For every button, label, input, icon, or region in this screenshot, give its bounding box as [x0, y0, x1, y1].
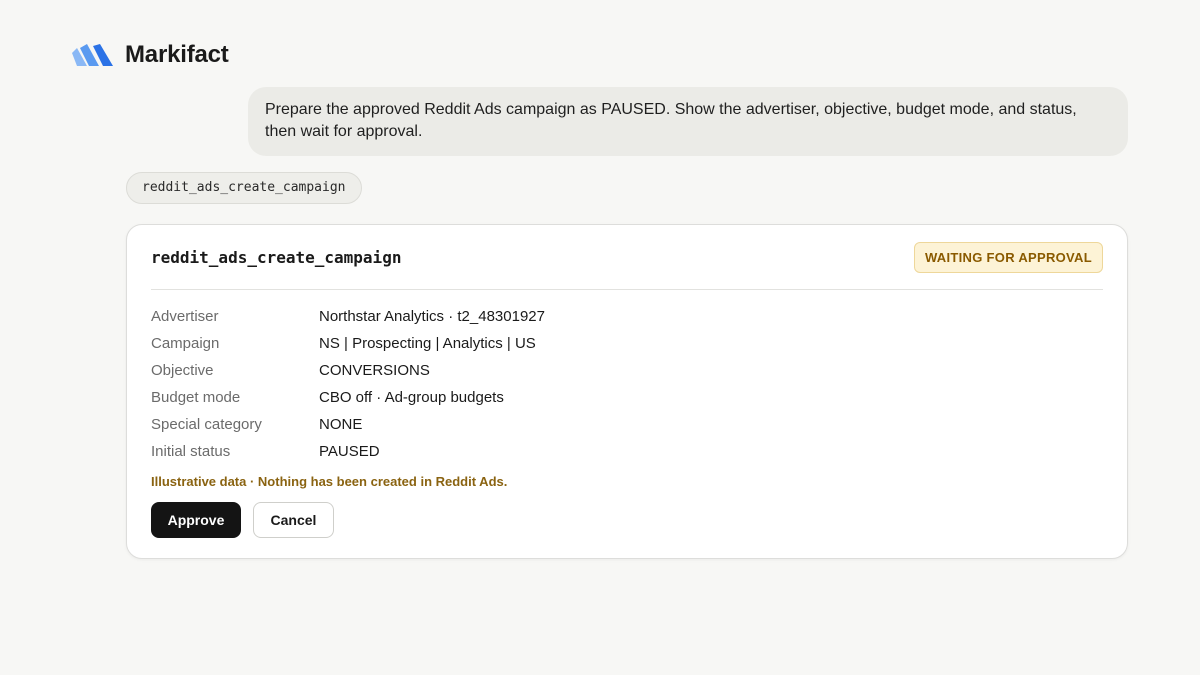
detail-value: CBO off · Ad-group budgets [319, 389, 504, 406]
tool-call-chip[interactable]: reddit_ads_create_campaign [126, 172, 362, 204]
disclaimer-note: Illustrative data · Nothing has been cre… [151, 474, 508, 489]
campaign-details: Advertiser Northstar Analytics · t2_4830… [151, 303, 1103, 465]
status-badge: WAITING FOR APPROVAL [913, 241, 1103, 273]
cancel-button[interactable]: Cancel [253, 502, 334, 538]
detail-row-budget-mode: Budget mode CBO off · Ad-group budgets [151, 384, 1103, 411]
brand-name: Markifact [125, 41, 229, 68]
approval-card: reddit_ads_create_campaign WAITING FOR A… [126, 224, 1128, 559]
detail-value: Northstar Analytics · t2_48301927 [319, 308, 545, 325]
brand-header: Markifact [72, 40, 229, 70]
detail-value: CONVERSIONS [319, 362, 430, 379]
card-header: reddit_ads_create_campaign WAITING FOR A… [151, 225, 1103, 290]
user-message-bubble: Prepare the approved Reddit Ads campaign… [248, 87, 1128, 156]
detail-row-campaign: Campaign NS | Prospecting | Analytics | … [151, 330, 1103, 357]
detail-row-objective: Objective CONVERSIONS [151, 357, 1103, 384]
detail-label: Initial status [151, 443, 231, 460]
detail-label: Special category [151, 416, 262, 433]
detail-label: Advertiser [151, 308, 219, 325]
markifact-logo-icon [72, 44, 113, 66]
detail-label: Campaign [151, 335, 220, 352]
detail-row-initial-status: Initial status PAUSED [151, 438, 1103, 465]
card-title: reddit_ads_create_campaign [151, 247, 402, 267]
detail-label: Budget mode [151, 389, 241, 406]
action-buttons: Approve Cancel [151, 502, 1103, 538]
detail-row-special-category: Special category NONE [151, 411, 1103, 438]
detail-value: NONE [319, 416, 363, 433]
detail-value: PAUSED [319, 443, 380, 460]
detail-label: Objective [151, 362, 214, 379]
detail-row-advertiser: Advertiser Northstar Analytics · t2_4830… [151, 303, 1103, 330]
detail-value: NS | Prospecting | Analytics | US [319, 335, 536, 352]
approve-button[interactable]: Approve [151, 502, 241, 538]
